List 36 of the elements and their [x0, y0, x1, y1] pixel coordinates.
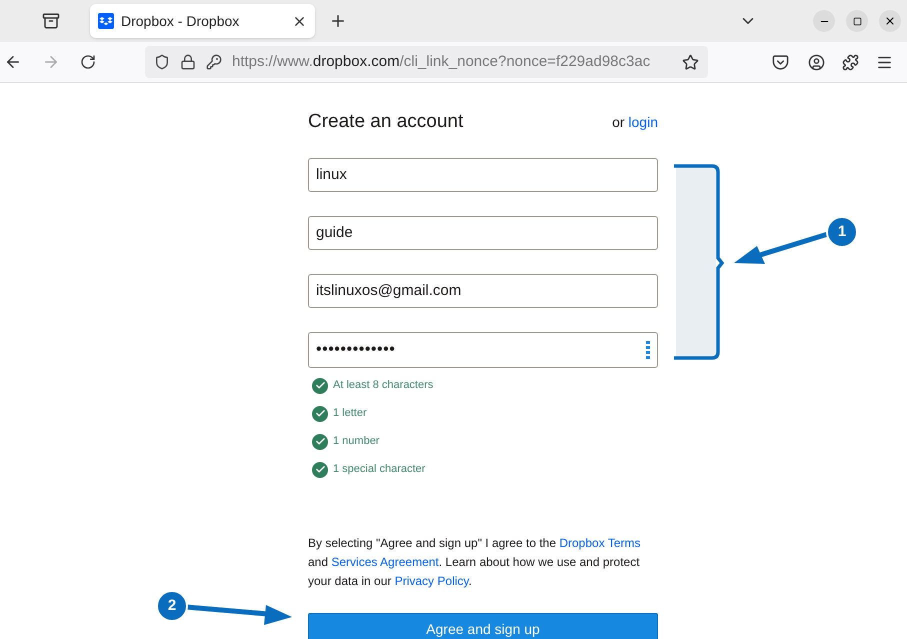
new-tab-icon[interactable]	[329, 12, 347, 30]
password-field[interactable]: •••••••••••••	[308, 332, 658, 368]
box-logo-icon	[98, 13, 114, 29]
password-rule: 1 number	[333, 434, 380, 450]
password-manager-icon[interactable]	[646, 340, 650, 358]
reload-icon[interactable]	[80, 54, 96, 70]
terms-link[interactable]: Dropbox Terms	[559, 536, 640, 550]
account-icon[interactable]	[808, 54, 825, 70]
password-rule: 1 letter	[333, 406, 367, 422]
extensions-icon[interactable]	[842, 54, 859, 70]
password-rule: At least 8 characters	[333, 378, 434, 394]
lock-icon[interactable]	[180, 54, 196, 70]
input-field[interactable]: linux	[308, 158, 658, 192]
pocket-icon[interactable]	[772, 54, 789, 70]
browser-tab[interactable]: Dropbox - Dropbox	[90, 4, 315, 38]
close-window-icon[interactable]	[879, 10, 901, 32]
back-icon[interactable]	[4, 53, 22, 71]
terms-paragraph: By selecting "Agree and sign up" I agree to the Dropbox Terms and Services Agreement. Learn about how we use and protect your data in our Privacy Policy.	[308, 534, 642, 590]
shield-icon[interactable]	[154, 54, 170, 70]
terms-link[interactable]: Privacy Policy	[394, 574, 469, 588]
input-field[interactable]: itslinuxos@gmail.com	[308, 274, 658, 308]
step-badge: 1	[826, 216, 858, 248]
signup-button[interactable]: Agree and sign up	[308, 612, 658, 639]
terms-link[interactable]: Services Agreement	[331, 554, 439, 568]
url-text: https://www.dropbox.com/cli_link_nonce?nonce=f229ad98c3ac	[232, 52, 652, 72]
password-rule: 1 special character	[333, 462, 426, 478]
key-icon[interactable]	[206, 54, 222, 70]
login-link[interactable]: login	[628, 114, 658, 130]
maximize-icon[interactable]	[846, 10, 868, 32]
bookmark-star-icon[interactable]	[682, 54, 699, 70]
tab-title: Dropbox - Dropbox	[121, 12, 240, 31]
or-text: or	[612, 114, 626, 130]
input-field[interactable]: guide	[308, 216, 658, 250]
address-bar[interactable]: https://www.dropbox.com/cli_link_nonce?nonce=f229ad98c3ac	[145, 46, 708, 78]
form-title: Create an account	[308, 110, 464, 134]
step-badge: 2	[156, 590, 188, 622]
